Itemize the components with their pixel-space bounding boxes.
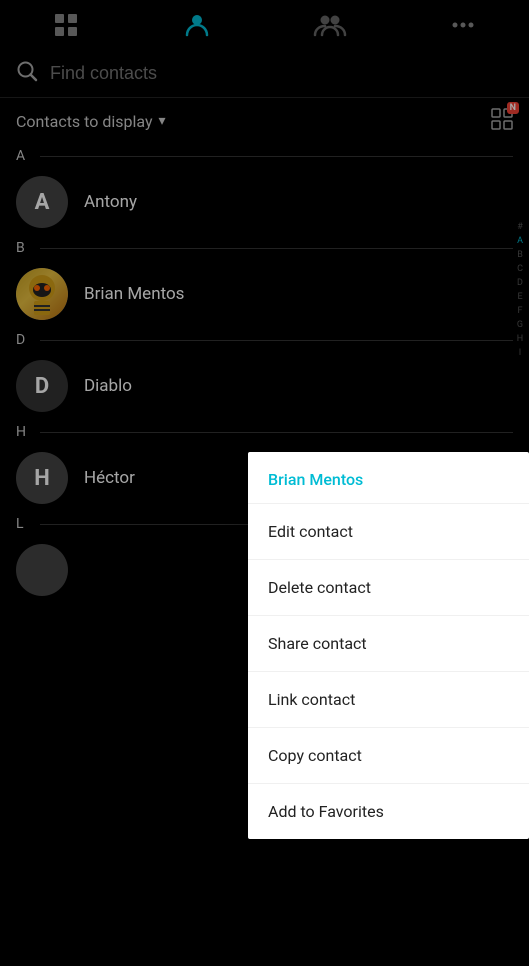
context-menu-copy-contact[interactable]: Copy contact	[248, 727, 529, 783]
context-menu-delete-contact[interactable]: Delete contact	[248, 559, 529, 615]
context-menu-share-contact[interactable]: Share contact	[248, 615, 529, 671]
context-menu: Brian Mentos Edit contact Delete contact…	[248, 452, 529, 839]
context-menu-link-contact[interactable]: Link contact	[248, 671, 529, 727]
context-menu-edit-contact[interactable]: Edit contact	[248, 503, 529, 559]
context-menu-add-favorites[interactable]: Add to Favorites	[248, 783, 529, 839]
context-menu-contact-name: Brian Mentos	[248, 452, 529, 503]
